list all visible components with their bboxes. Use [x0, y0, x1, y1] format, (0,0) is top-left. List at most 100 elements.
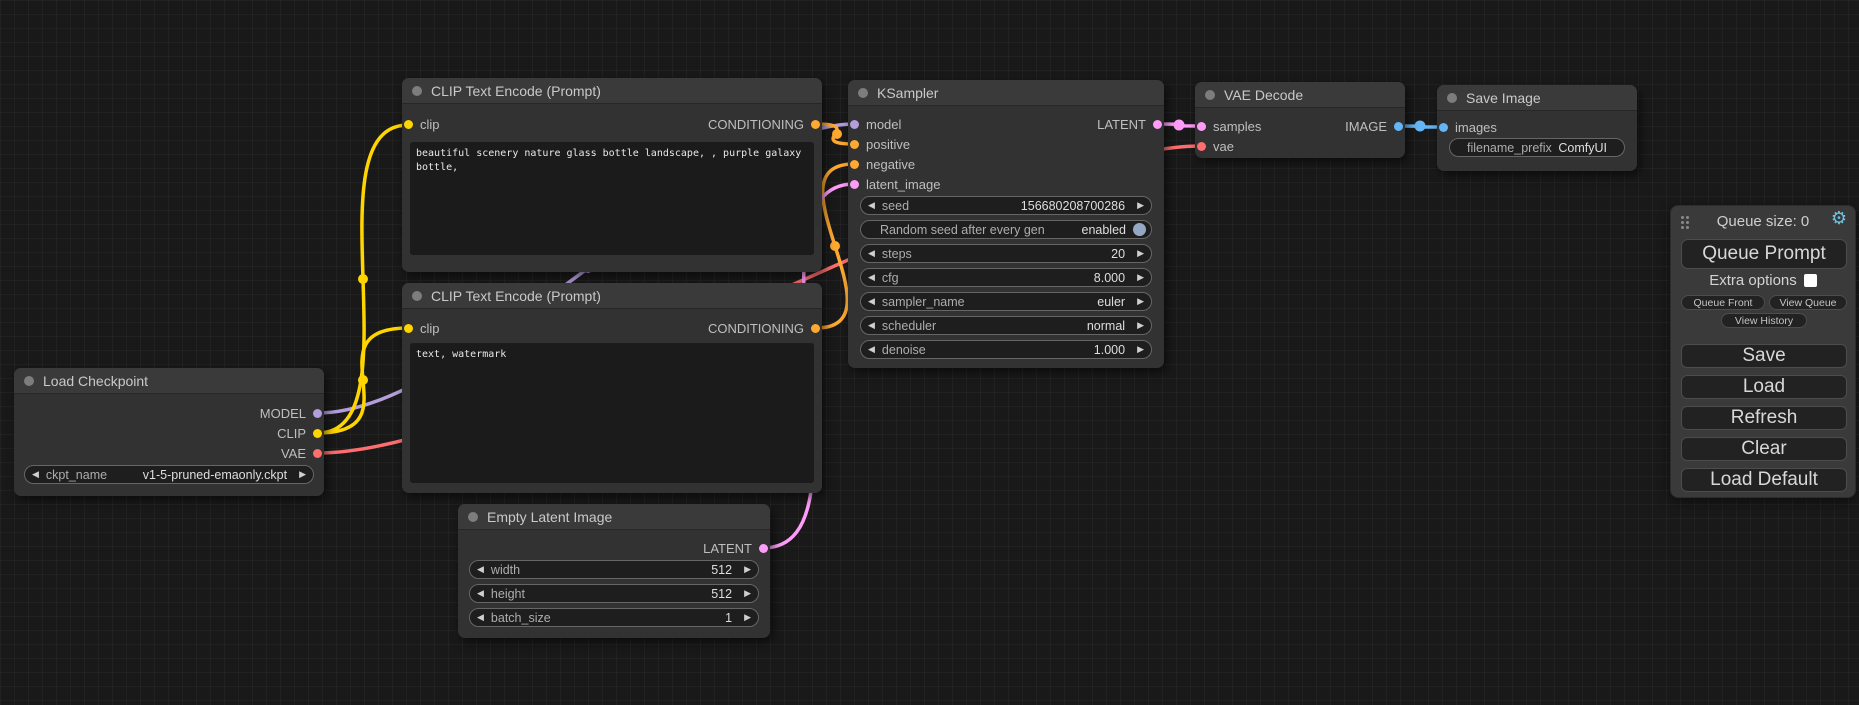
sampler-name-widget[interactable]: ◀ sampler_name euler ▶: [860, 292, 1152, 311]
width-widget[interactable]: ◀ width 512 ▶: [469, 560, 759, 579]
node-title-bar[interactable]: CLIP Text Encode (Prompt): [402, 78, 822, 104]
input-slot-images[interactable]: [1439, 123, 1448, 132]
gear-icon[interactable]: ⚙: [1831, 209, 1847, 227]
output-slot-latent[interactable]: [1153, 120, 1162, 129]
output-slot-clip[interactable]: [313, 429, 322, 438]
input-slot-positive[interactable]: [850, 140, 859, 149]
save-button[interactable]: Save: [1681, 344, 1847, 368]
node-title-bar[interactable]: KSampler: [848, 80, 1164, 106]
batch-size-widget[interactable]: ◀ batch_size 1 ▶: [469, 608, 759, 627]
increment-arrow-icon[interactable]: ▶: [1137, 321, 1144, 330]
input-slot-model[interactable]: [850, 120, 859, 129]
decrement-arrow-icon[interactable]: ◀: [477, 565, 484, 574]
ckpt-name-widget[interactable]: ◀ ckpt_name v1-5-pruned-emaonly.ckpt ▶: [24, 465, 314, 484]
output-slot-model[interactable]: [313, 409, 322, 418]
increment-arrow-icon[interactable]: ▶: [744, 565, 751, 574]
increment-arrow-icon[interactable]: ▶: [1137, 345, 1144, 354]
input-slot-negative[interactable]: [850, 160, 859, 169]
collapse-dot-icon[interactable]: [412, 291, 422, 301]
widget-label: batch_size: [491, 611, 551, 625]
load-default-button[interactable]: Load Default: [1681, 468, 1847, 492]
decrement-arrow-icon[interactable]: ◀: [477, 589, 484, 598]
node-title-bar[interactable]: Save Image: [1437, 85, 1637, 111]
output-label-latent: LATENT: [703, 541, 752, 556]
node-title-bar[interactable]: VAE Decode: [1195, 82, 1405, 108]
refresh-button[interactable]: Refresh: [1681, 406, 1847, 430]
node-clip-text-encode-positive[interactable]: CLIP Text Encode (Prompt) clip CONDITION…: [402, 78, 822, 272]
increment-arrow-icon[interactable]: ▶: [1137, 249, 1144, 258]
decrement-arrow-icon[interactable]: ◀: [477, 613, 484, 622]
denoise-widget[interactable]: ◀ denoise 1.000 ▶: [860, 340, 1152, 359]
increment-arrow-icon[interactable]: ▶: [299, 470, 306, 479]
view-queue-button[interactable]: View Queue: [1769, 295, 1847, 310]
decrement-arrow-icon[interactable]: ◀: [868, 297, 875, 306]
extra-options-checkbox[interactable]: [1804, 274, 1817, 287]
collapse-dot-icon[interactable]: [1205, 90, 1215, 100]
output-slot-latent[interactable]: [759, 544, 768, 553]
output-slot-conditioning[interactable]: [811, 120, 820, 129]
decrement-arrow-icon[interactable]: ◀: [868, 321, 875, 330]
height-widget[interactable]: ◀ height 512 ▶: [469, 584, 759, 603]
load-button[interactable]: Load: [1681, 375, 1847, 399]
input-label-model: model: [866, 117, 901, 132]
input-slot-clip[interactable]: [404, 324, 413, 333]
increment-arrow-icon[interactable]: ▶: [744, 613, 751, 622]
decrement-arrow-icon[interactable]: ◀: [868, 201, 875, 210]
output-slot-vae[interactable]: [313, 449, 322, 458]
queue-size-label: Queue size: 0: [1671, 213, 1855, 230]
decrement-arrow-icon[interactable]: ◀: [868, 345, 875, 354]
cfg-widget[interactable]: ◀ cfg 8.000 ▶: [860, 268, 1152, 287]
input-slot-vae[interactable]: [1197, 142, 1206, 151]
increment-arrow-icon[interactable]: ▶: [1137, 297, 1144, 306]
node-vae-decode[interactable]: VAE Decode samples IMAGE vae: [1195, 82, 1405, 158]
input-label-negative: negative: [866, 157, 915, 172]
scheduler-widget[interactable]: ◀ scheduler normal ▶: [860, 316, 1152, 335]
prompt-textarea[interactable]: text, watermark: [410, 343, 814, 483]
collapse-dot-icon[interactable]: [412, 86, 422, 96]
clear-button[interactable]: Clear: [1681, 437, 1847, 461]
node-save-image[interactable]: Save Image images filename_prefix ComfyU…: [1437, 85, 1637, 171]
seed-widget[interactable]: ◀ seed 156680208700286 ▶: [860, 196, 1152, 215]
output-slot-conditioning[interactable]: [811, 324, 820, 333]
widget-value: enabled: [1082, 223, 1127, 237]
decrement-arrow-icon[interactable]: ◀: [868, 273, 875, 282]
toggle-circle-icon[interactable]: [1133, 223, 1146, 236]
input-slot-latent-image[interactable]: [850, 180, 859, 189]
prompt-textarea[interactable]: beautiful scenery nature glass bottle la…: [410, 142, 814, 255]
view-history-button[interactable]: View History: [1721, 313, 1807, 328]
output-slot-image[interactable]: [1394, 122, 1403, 131]
node-title: Save Image: [1466, 90, 1541, 106]
output-label-conditioning: CONDITIONING: [708, 117, 804, 132]
widget-label: denoise: [882, 343, 926, 357]
collapse-dot-icon[interactable]: [858, 88, 868, 98]
collapse-dot-icon[interactable]: [1447, 93, 1457, 103]
increment-arrow-icon[interactable]: ▶: [1137, 273, 1144, 282]
node-load-checkpoint[interactable]: Load Checkpoint MODEL CLIP VAE ◀ ckpt_na…: [14, 368, 324, 496]
node-empty-latent-image[interactable]: Empty Latent Image LATENT ◀ width 512 ▶ …: [458, 504, 770, 638]
node-title-bar[interactable]: CLIP Text Encode (Prompt): [402, 283, 822, 309]
increment-arrow-icon[interactable]: ▶: [744, 589, 751, 598]
node-ksampler[interactable]: KSampler model LATENT positive negative …: [848, 80, 1164, 368]
increment-arrow-icon[interactable]: ▶: [1137, 201, 1144, 210]
node-title-bar[interactable]: Load Checkpoint: [14, 368, 324, 394]
decrement-arrow-icon[interactable]: ◀: [868, 249, 875, 258]
random-seed-toggle-widget[interactable]: Random seed after every gen enabled: [860, 220, 1152, 239]
widget-label: width: [491, 563, 520, 577]
node-clip-text-encode-negative[interactable]: CLIP Text Encode (Prompt) clip CONDITION…: [402, 283, 822, 493]
widget-value: ComfyUI: [1558, 141, 1607, 155]
node-title-bar[interactable]: Empty Latent Image: [458, 504, 770, 530]
widget-value: 1: [725, 611, 732, 625]
steps-widget[interactable]: ◀ steps 20 ▶: [860, 244, 1152, 263]
collapse-dot-icon[interactable]: [24, 376, 34, 386]
decrement-arrow-icon[interactable]: ◀: [32, 470, 39, 479]
filename-prefix-widget[interactable]: filename_prefix ComfyUI: [1449, 138, 1625, 157]
widget-label: ckpt_name: [46, 468, 107, 482]
queue-front-button[interactable]: Queue Front: [1681, 295, 1765, 310]
output-label-vae: VAE: [281, 446, 306, 461]
collapse-dot-icon[interactable]: [468, 512, 478, 522]
output-label-conditioning: CONDITIONING: [708, 321, 804, 336]
input-slot-clip[interactable]: [404, 120, 413, 129]
input-slot-samples[interactable]: [1197, 122, 1206, 131]
queue-prompt-button[interactable]: Queue Prompt: [1681, 239, 1847, 269]
widget-value: 512: [711, 563, 732, 577]
